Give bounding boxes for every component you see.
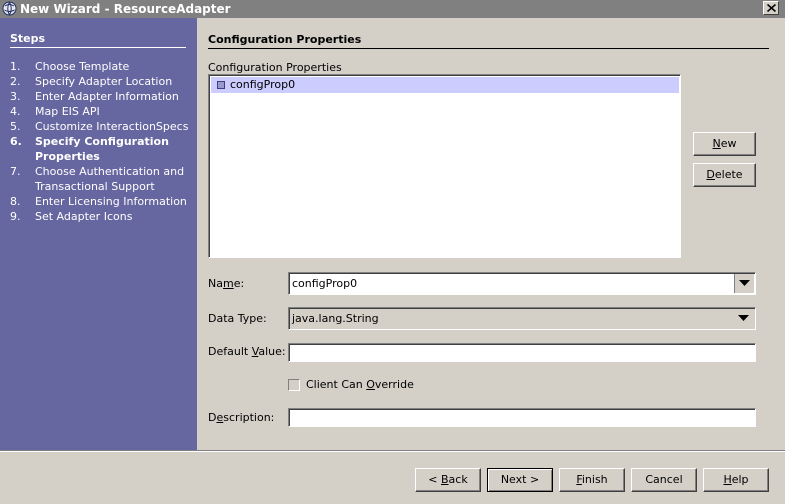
client-can-override-label: Client Can Override: [306, 378, 414, 391]
default-value-input[interactable]: [288, 343, 756, 362]
name-value[interactable]: configProp0: [292, 277, 357, 291]
data-type-select[interactable]: java.lang.String: [288, 307, 756, 330]
default-value-label: Default Value:: [208, 345, 286, 358]
step-item: 9. Set Adapter Icons: [10, 209, 190, 224]
name-dropdown-button[interactable]: [734, 274, 754, 293]
step-number: 6.: [10, 135, 22, 148]
step-label: Set Adapter Icons: [35, 210, 133, 223]
data-type-dropdown-button[interactable]: [734, 309, 754, 328]
steps-panel: Steps 1. Choose Template 2. Specify Adapter…: [0, 18, 197, 450]
page-title: Configuration Properties: [208, 33, 769, 49]
cancel-button[interactable]: Cancel: [631, 468, 697, 492]
app-globe-icon: [2, 1, 17, 16]
step-number: 8.: [10, 195, 21, 208]
step-item: 4. Map EIS API: [10, 104, 190, 119]
step-number: 7.: [10, 165, 21, 178]
description-input[interactable]: [288, 408, 756, 427]
step-label: Customize InteractionSpecs: [35, 120, 189, 133]
client-can-override-checkbox[interactable]: [288, 379, 300, 391]
new-button[interactable]: New: [693, 132, 756, 156]
new-wizard-window: New Wizard - ResourceAdapter Steps 1. Cho…: [0, 0, 785, 504]
name-label: Name:: [208, 277, 245, 290]
next-button[interactable]: Next >: [487, 468, 553, 492]
step-item: 1. Choose Template: [10, 59, 190, 74]
title-bar[interactable]: New Wizard - ResourceAdapter: [0, 0, 785, 18]
footer-separator: [0, 450, 785, 452]
step-item: 8. Enter Licensing Information: [10, 194, 190, 209]
step-label: Enter Licensing Information: [35, 195, 187, 208]
step-label: Specify Configuration Properties: [35, 135, 169, 163]
help-button[interactable]: Help: [703, 468, 769, 492]
property-node-icon: [217, 81, 225, 89]
step-number: 4.: [10, 105, 21, 118]
properties-list-caption: Configuration Properties: [208, 61, 342, 74]
properties-list[interactable]: configProp0: [208, 74, 681, 258]
step-label: Choose Template: [35, 60, 130, 73]
back-button[interactable]: < Back: [415, 468, 481, 492]
step-number: 5.: [10, 120, 21, 133]
close-button[interactable]: [763, 1, 779, 15]
step-number: 3.: [10, 90, 21, 103]
step-label: Enter Adapter Information: [35, 90, 179, 103]
chevron-down-icon: [738, 315, 749, 321]
step-item: 2. Specify Adapter Location: [10, 74, 190, 89]
step-item: 3. Enter Adapter Information: [10, 89, 190, 104]
delete-button[interactable]: Delete: [693, 163, 756, 187]
steps-title: Steps: [10, 32, 186, 48]
step-number: 2.: [10, 75, 21, 88]
window-title: New Wizard - ResourceAdapter: [20, 2, 231, 16]
description-label: Description:: [208, 411, 275, 424]
step-label: Specify Adapter Location: [35, 75, 173, 88]
chevron-down-icon: [739, 280, 750, 286]
step-label: Map EIS API: [35, 105, 100, 118]
data-type-value: java.lang.String: [292, 312, 379, 325]
step-number: 1.: [10, 60, 21, 73]
step-item: 5. Customize InteractionSpecs: [10, 119, 190, 134]
data-type-label: Data Type:: [208, 312, 267, 325]
step-item: 6. Specify Configuration Properties: [10, 134, 190, 164]
list-item[interactable]: configProp0: [211, 77, 679, 93]
name-combobox[interactable]: configProp0: [288, 272, 756, 295]
step-item: 7. Choose Authentication and Transactiona…: [10, 164, 190, 194]
list-item-label: configProp0: [230, 78, 296, 91]
finish-button[interactable]: Finish: [559, 468, 625, 492]
step-list: 1. Choose Template 2. Specify Adapter Locat…: [10, 59, 190, 224]
step-number: 9.: [10, 210, 21, 223]
close-icon: [767, 4, 776, 12]
step-label: Choose Authentication and Transactional …: [35, 165, 185, 193]
